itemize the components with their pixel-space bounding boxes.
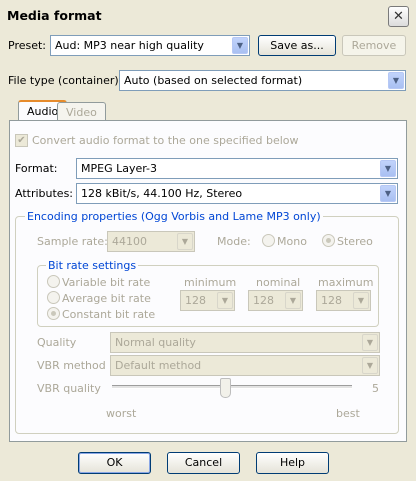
- vbr-method-value: Default method: [115, 359, 202, 372]
- sample-rate-value: 44100: [112, 235, 147, 248]
- variable-bit-rate-label: Variable bit rate: [62, 276, 151, 289]
- bit-rate-settings-title: Bit rate settings: [46, 259, 139, 272]
- title-bar: Media format ✕: [0, 0, 416, 30]
- sample-rate-dropdown[interactable]: 44100 ▼: [107, 231, 195, 252]
- quality-label: Quality: [37, 336, 77, 349]
- average-bit-rate-label: Average bit rate: [62, 292, 151, 305]
- constant-bit-rate-radio[interactable]: [47, 307, 60, 320]
- maximum-label: maximum: [318, 276, 374, 289]
- file-type-label: File type (container):: [8, 74, 123, 87]
- minimum-label: minimum: [184, 276, 237, 289]
- file-type-value: Auto (based on selected format): [124, 74, 303, 87]
- chevron-down-icon[interactable]: ▼: [285, 292, 301, 309]
- remove-button[interactable]: Remove: [342, 35, 406, 56]
- tab-video[interactable]: Video: [57, 102, 106, 120]
- attributes-dropdown[interactable]: 128 kBit/s, 44.100 Hz, Stereo ▼: [76, 183, 398, 204]
- close-button[interactable]: ✕: [388, 6, 409, 27]
- ok-button[interactable]: OK: [78, 452, 151, 474]
- vbr-method-label: VBR method: [37, 359, 106, 372]
- vbr-quality-value: 5: [372, 382, 379, 395]
- chevron-down-icon[interactable]: ▼: [362, 334, 378, 351]
- chevron-down-icon[interactable]: ▼: [217, 292, 233, 309]
- nominal-bitrate-dropdown[interactable]: 128 ▼: [248, 290, 303, 311]
- variable-bit-rate-radio[interactable]: [47, 275, 60, 288]
- sample-rate-label: Sample rate:: [37, 235, 108, 248]
- nominal-label: nominal: [256, 276, 301, 289]
- quality-value: Normal quality: [115, 336, 196, 349]
- window-title: Media format: [7, 8, 102, 23]
- cancel-button[interactable]: Cancel: [167, 452, 240, 474]
- help-button[interactable]: Help: [256, 452, 329, 474]
- worst-label: worst: [106, 407, 137, 420]
- best-label: best: [336, 407, 360, 420]
- chevron-down-icon[interactable]: ▼: [362, 357, 378, 374]
- mode-mono-label: Mono: [277, 235, 307, 248]
- vbr-method-dropdown[interactable]: Default method ▼: [110, 355, 380, 376]
- convert-audio-checkbox[interactable]: ✔: [15, 134, 28, 147]
- format-dropdown[interactable]: MPEG Layer-3 ▼: [76, 158, 398, 179]
- quality-dropdown[interactable]: Normal quality ▼: [110, 332, 380, 353]
- vbr-quality-slider-thumb[interactable]: [220, 378, 231, 398]
- preset-dropdown[interactable]: Aud: MP3 near high quality ▼: [50, 35, 250, 56]
- format-value: MPEG Layer-3: [81, 162, 158, 175]
- minimum-bitrate-dropdown[interactable]: 128 ▼: [180, 290, 235, 311]
- encoding-properties-title: Encoding properties (Ogg Vorbis and Lame…: [25, 210, 323, 223]
- constant-bit-rate-label: Constant bit rate: [62, 308, 156, 321]
- vbr-quality-slider-track[interactable]: [112, 385, 352, 389]
- preset-label: Preset:: [8, 39, 47, 52]
- attributes-label: Attributes:: [15, 187, 74, 200]
- vbr-quality-label: VBR quality: [37, 382, 101, 395]
- chevron-down-icon[interactable]: ▼: [380, 185, 396, 202]
- format-label: Format:: [15, 162, 58, 175]
- preset-value: Aud: MP3 near high quality: [55, 39, 204, 52]
- convert-audio-label: Convert audio format to the one specifie…: [32, 134, 299, 147]
- mode-label: Mode:: [217, 235, 251, 248]
- chevron-down-icon[interactable]: ▼: [177, 233, 193, 250]
- average-bit-rate-radio[interactable]: [47, 291, 60, 304]
- close-icon: ✕: [393, 9, 404, 24]
- chevron-down-icon[interactable]: ▼: [388, 72, 404, 89]
- chevron-down-icon[interactable]: ▼: [232, 37, 248, 54]
- mode-mono-radio[interactable]: [262, 234, 275, 247]
- attributes-value: 128 kBit/s, 44.100 Hz, Stereo: [81, 187, 243, 200]
- chevron-down-icon[interactable]: ▼: [353, 292, 369, 309]
- chevron-down-icon[interactable]: ▼: [380, 160, 396, 177]
- file-type-dropdown[interactable]: Auto (based on selected format) ▼: [119, 70, 406, 91]
- save-as-button[interactable]: Save as...: [258, 35, 336, 56]
- mode-stereo-radio[interactable]: [322, 234, 335, 247]
- mode-stereo-label: Stereo: [337, 235, 373, 248]
- maximum-bitrate-dropdown[interactable]: 128 ▼: [316, 290, 371, 311]
